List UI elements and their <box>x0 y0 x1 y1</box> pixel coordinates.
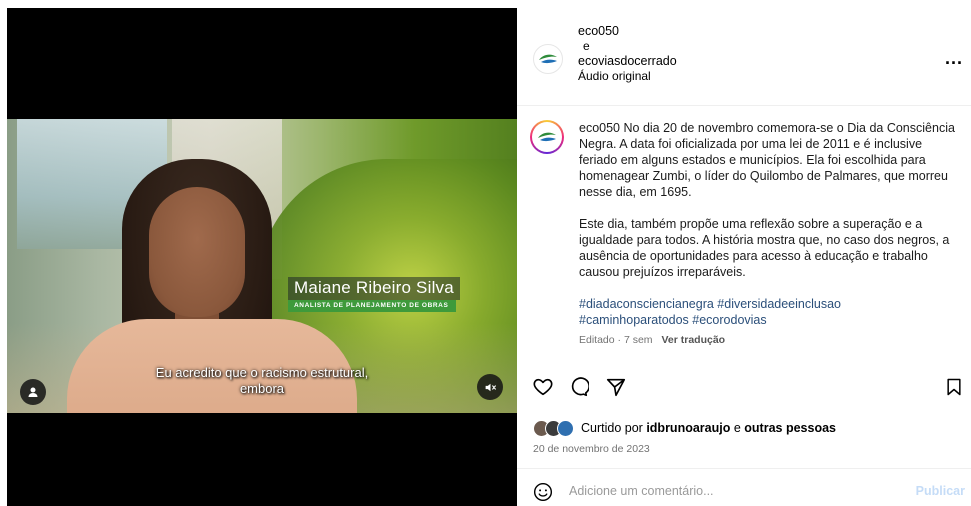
publish-button[interactable]: Publicar <box>916 484 965 498</box>
caption-paragraph-2: Este dia, também propõe uma reflexão sob… <box>579 217 950 279</box>
user-icon <box>28 387 38 397</box>
header-accounts: eco050 e ecoviasdocerrado Áudio original <box>578 24 677 84</box>
media-container: Maiane Ribeiro Silva ANALISTA DE PLANEJA… <box>7 8 517 506</box>
subtitle-line-1: Eu acredito que o racismo estrutural, <box>155 365 369 380</box>
audio-link[interactable]: Áudio original <box>578 69 677 84</box>
post-header: eco050 e ecoviasdocerrado Áudio original… <box>517 8 971 106</box>
see-translation-link[interactable]: Ver tradução <box>661 334 725 346</box>
liker-avatar[interactable] <box>557 419 574 437</box>
post-caption: eco050 No dia 20 de novembro comemora-se… <box>579 120 959 348</box>
comment-button[interactable] <box>565 374 591 400</box>
speaker-muted-icon <box>485 383 496 391</box>
account-link-2[interactable]: ecoviasdocerrado <box>578 54 677 69</box>
lower-third: Maiane Ribeiro Silva ANALISTA DE PLANEJA… <box>288 277 460 312</box>
edited-label: Editado · 7 sem <box>579 334 653 346</box>
comment-icon <box>571 377 589 397</box>
post-panel: eco050 e ecoviasdocerrado Áudio original… <box>517 8 971 506</box>
like-button[interactable] <box>530 374 556 400</box>
eco-logo-icon <box>539 54 557 64</box>
tagged-users-button[interactable] <box>20 379 46 405</box>
heart-icon <box>533 378 553 396</box>
hashtags-line-1[interactable]: #diadaconsciencianegra #diversidadeeincl… <box>579 297 841 311</box>
lower-third-name: Maiane Ribeiro Silva <box>288 277 460 300</box>
account-conjunction: e <box>583 39 590 53</box>
video-subtitle: Eu acredito que o racismo estrutural, em… <box>7 365 517 397</box>
share-button[interactable] <box>603 374 629 400</box>
subtitle-line-2: embora <box>239 381 285 396</box>
likes-middle: e <box>733 421 741 435</box>
mute-button[interactable] <box>477 374 503 400</box>
video-player[interactable]: Maiane Ribeiro Silva ANALISTA DE PLANEJA… <box>7 119 517 413</box>
eco-logo-icon <box>538 132 556 142</box>
divider <box>517 468 971 469</box>
caption-username[interactable]: eco050 <box>579 121 620 135</box>
caption-text-1: No dia 20 de novembro comemora-se o Dia … <box>579 121 955 199</box>
caption-meta: Editado · 7 sem Ver tradução <box>579 332 959 348</box>
post-date[interactable]: 20 de novembro de 2023 <box>533 443 650 455</box>
likes-row: Curtido por idbrunoaraujo e outras pesso… <box>533 418 836 438</box>
likes-others[interactable]: outras pessoas <box>744 421 836 435</box>
likes-text: Curtido por idbrunoaraujo e outras pesso… <box>581 421 836 435</box>
hashtags-line-2[interactable]: #caminhoparatodos #ecorodovias <box>579 313 767 327</box>
likes-prefix: Curtido por <box>581 421 643 435</box>
account-link-1[interactable]: eco050 <box>578 24 677 39</box>
avatar[interactable] <box>533 44 563 74</box>
comment-input[interactable] <box>569 484 889 498</box>
person-face <box>149 187 245 317</box>
save-button[interactable] <box>941 374 967 400</box>
liker-username[interactable]: idbrunoaraujo <box>646 421 730 435</box>
caption-avatar[interactable] <box>530 120 564 154</box>
action-bar <box>517 374 971 404</box>
comment-bar: Publicar <box>517 478 971 506</box>
share-icon <box>606 378 626 397</box>
lower-third-role: ANALISTA DE PLANEJAMENTO DE OBRAS <box>288 300 456 312</box>
caption-hashtags: #diadaconsciencianegra #diversidadeeincl… <box>579 296 959 328</box>
more-options-icon[interactable]: ... <box>945 48 963 69</box>
bookmark-icon <box>947 378 961 396</box>
emoji-icon[interactable] <box>533 482 553 502</box>
caption-paragraph-1: eco050 No dia 20 de novembro comemora-se… <box>579 120 959 200</box>
